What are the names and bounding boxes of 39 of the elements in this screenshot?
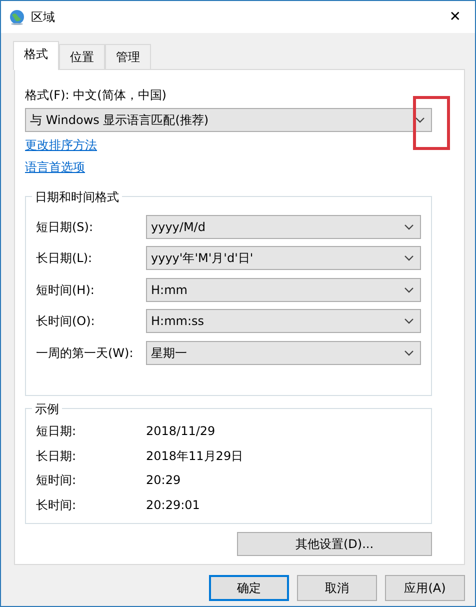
- dialog-button[interactable]: 取消: [297, 575, 377, 601]
- globe-icon: [9, 9, 25, 25]
- close-button[interactable]: ✕: [443, 6, 467, 28]
- format-dropdown[interactable]: H:mm: [146, 278, 421, 302]
- group-title: 日期和时间格式: [32, 188, 122, 206]
- field-label: 长日期(L):: [36, 250, 94, 268]
- chevron-icon: [404, 224, 414, 230]
- chevron-icon: [404, 318, 414, 324]
- example-value: 20:29: [146, 472, 181, 490]
- link[interactable]: 语言首选项: [25, 158, 85, 176]
- example-label: 长时间:: [36, 496, 78, 514]
- field-label: 短时间(H):: [36, 282, 96, 299]
- tab[interactable]: 管理: [105, 44, 151, 69]
- example-label: 短日期:: [36, 423, 78, 440]
- other-settings-button[interactable]: 其他设置(D)...: [237, 532, 432, 556]
- example-label: 短时间:: [36, 472, 78, 490]
- chevron-icon: [404, 286, 414, 293]
- format-dropdown[interactable]: H:mm:ss: [146, 309, 421, 334]
- format-label: 格式(F): 中文(简体，中国): [25, 87, 168, 104]
- link[interactable]: 更改排序方法: [25, 136, 97, 154]
- chevron-icon: [404, 255, 414, 262]
- dialog-button[interactable]: 确定: [209, 575, 289, 601]
- example-value: 20:29:01: [146, 496, 200, 514]
- format-dropdown[interactable]: 星期一: [146, 340, 421, 365]
- dialog-button[interactable]: 应用(A): [385, 575, 465, 601]
- example-value: 2018年11月29日: [146, 448, 244, 465]
- format-dropdown[interactable]: yyyy/M/d: [146, 214, 421, 239]
- window-title: 区域: [31, 9, 56, 26]
- tab[interactable]: 位置: [59, 44, 105, 69]
- tab[interactable]: 格式: [13, 41, 59, 70]
- field-label: 长时间(O):: [36, 313, 96, 330]
- field-label: 短日期(S):: [36, 218, 94, 236]
- field-label: 一周的第一天(W):: [36, 344, 134, 362]
- chevron-icon: [404, 350, 414, 356]
- example-label: 长日期:: [36, 448, 78, 465]
- format-dropdown[interactable]: yyyy'年'M'月'd'日': [146, 246, 421, 270]
- format-dropdown[interactable]: 与 Windows 显示语言匹配(推荐): [25, 108, 432, 132]
- example-value: 2018/11/29: [146, 423, 216, 440]
- chevron-icon: [415, 117, 425, 123]
